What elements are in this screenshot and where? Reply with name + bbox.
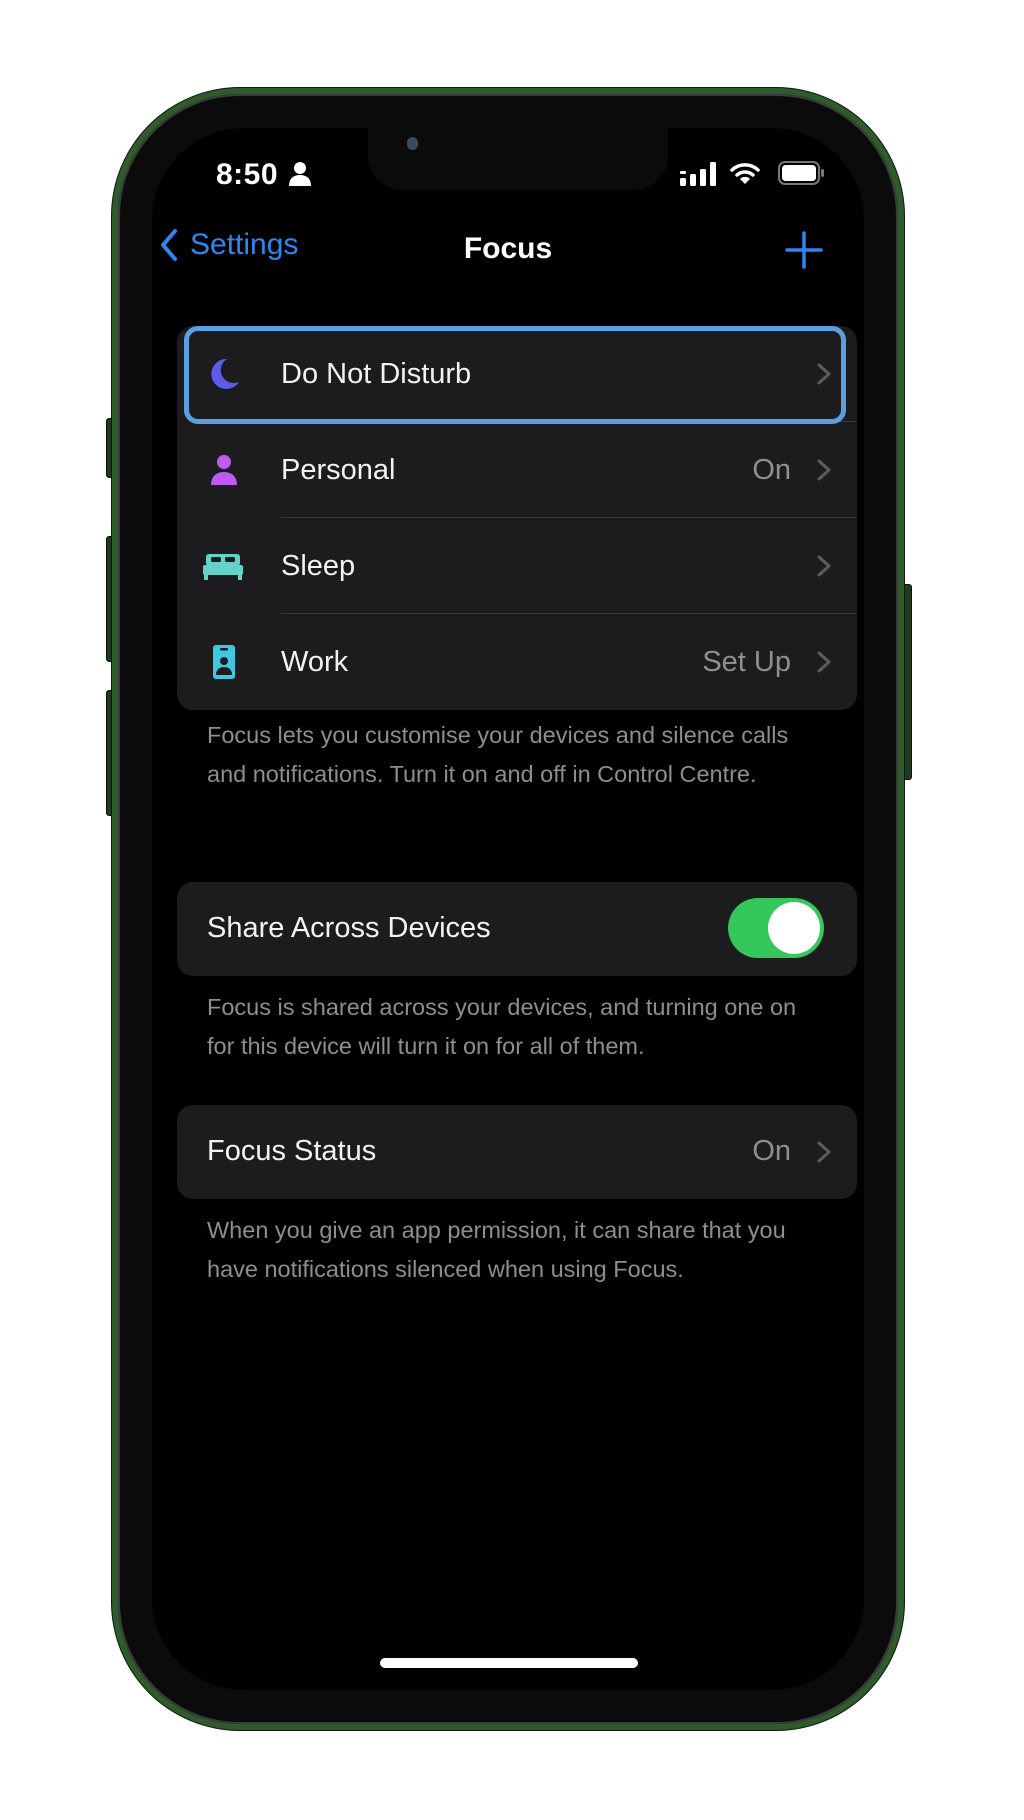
focus-status-row[interactable]: Focus Status On [177, 1105, 857, 1199]
phone-frame: 8:50 Settings Focus Do Not Disturb Perso… [112, 88, 904, 1730]
share-across-devices-label: Share Across Devices [207, 912, 491, 944]
focus-mode-personal[interactable]: Personal On [177, 422, 857, 518]
chevron-right-icon [817, 459, 831, 481]
focus-status-label: Focus Status [207, 1135, 377, 1167]
focus-status-value: On [752, 1135, 791, 1167]
focus-mode-label: Do Not Disturb [281, 357, 472, 390]
focus-mode-label: Sleep [281, 549, 356, 582]
focus-mode-value: On [752, 453, 791, 486]
front-camera [407, 137, 418, 150]
page-title: Focus [463, 232, 553, 265]
focus-status-card: Focus Status On [177, 1105, 857, 1199]
toggle-knob [768, 902, 820, 954]
focus-mode-value: Set Up [702, 645, 791, 678]
chevron-right-icon [817, 1141, 831, 1163]
wifi-icon [730, 163, 760, 184]
chevron-right-icon [817, 363, 831, 385]
signal-icon [680, 162, 716, 186]
moon-icon [211, 358, 239, 389]
phone-bezel: 8:50 Settings Focus Do Not Disturb Perso… [118, 94, 898, 1724]
bed-icon [203, 554, 243, 580]
focus-mode-label: Work [281, 645, 349, 678]
share-across-devices-card: Share Across Devices [177, 882, 857, 976]
focus-modes-footer: Focus lets you customise your devices an… [207, 722, 789, 787]
focus-mode-label: Personal [281, 453, 396, 486]
status-time: 8:50 [216, 158, 279, 191]
plus-icon[interactable] [784, 230, 824, 270]
share-across-devices-row: Share Across Devices [177, 882, 857, 976]
person-icon [289, 162, 311, 186]
id-badge-icon [213, 645, 235, 679]
share-across-devices-toggle[interactable] [728, 898, 824, 958]
chevron-right-icon [817, 555, 831, 577]
focus-modes-list: Do Not Disturb Personal On Sleep Work Se… [177, 326, 857, 710]
chevron-right-icon [817, 651, 831, 673]
screen: 8:50 Settings Focus Do Not Disturb Perso… [152, 128, 864, 1690]
person-icon [211, 455, 237, 485]
home-indicator[interactable] [380, 1658, 638, 1668]
share-across-devices-footer: Focus is shared across your devices, and… [207, 994, 797, 1059]
focus-mode-sleep[interactable]: Sleep [177, 518, 857, 614]
focus-mode-do-not-disturb[interactable]: Do Not Disturb [177, 326, 857, 424]
focus-status-footer: When you give an app permission, it can … [207, 1217, 786, 1282]
focus-mode-work[interactable]: Work Set Up [177, 614, 857, 710]
notch [368, 128, 668, 190]
battery-icon [778, 161, 824, 185]
